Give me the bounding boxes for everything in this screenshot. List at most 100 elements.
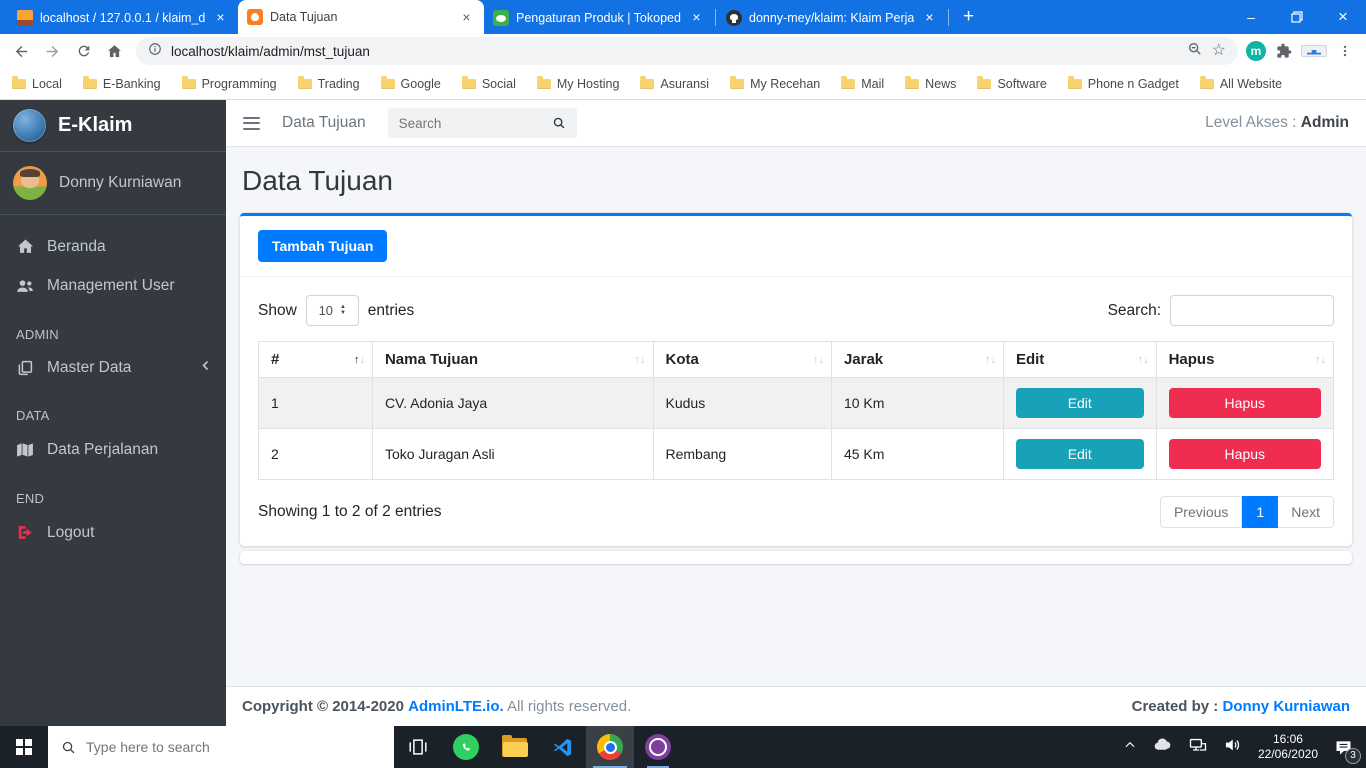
bookmark-item[interactable]: Software: [977, 77, 1046, 91]
created-by-link[interactable]: Donny Kurniawan: [1222, 698, 1350, 715]
table-info: Showing 1 to 2 of 2 entries: [258, 503, 442, 521]
datatable-search-input[interactable]: [1170, 295, 1334, 326]
hamburger-icon[interactable]: [243, 117, 260, 130]
bookmark-item[interactable]: Programming: [182, 77, 277, 91]
hapus-button[interactable]: Hapus: [1169, 388, 1321, 418]
tab-tokopedia[interactable]: Pengaturan Produk | Tokopedia ×: [484, 1, 714, 34]
url-bar[interactable]: localhost/klaim/admin/mst_tujuan ☆: [136, 37, 1238, 65]
pagination-next[interactable]: Next: [1278, 496, 1334, 528]
close-window-button[interactable]: ×: [1320, 0, 1366, 34]
extensions-puzzle-icon[interactable]: [1270, 38, 1297, 65]
bookmark-item[interactable]: Local: [12, 77, 62, 91]
col-header-kota[interactable]: Kota↑↓: [653, 342, 831, 378]
refresh-icon[interactable]: [70, 38, 97, 65]
datatable-search: Search:: [1108, 295, 1334, 326]
tambah-tujuan-button[interactable]: Tambah Tujuan: [258, 230, 387, 262]
bookmark-item[interactable]: Mail: [841, 77, 884, 91]
bookmark-item[interactable]: Asuransi: [640, 77, 709, 91]
bookmark-item[interactable]: News: [905, 77, 956, 91]
tab-close-icon[interactable]: ×: [458, 9, 475, 26]
level-akses-value: Admin: [1301, 114, 1349, 131]
forward-icon[interactable]: [39, 38, 66, 65]
extension-m-icon[interactable]: m: [1246, 41, 1266, 61]
volume-icon[interactable]: [1223, 735, 1243, 760]
site-info-icon[interactable]: [148, 42, 162, 61]
sidebar-item-management-user[interactable]: Management User: [0, 266, 226, 306]
zoom-out-icon[interactable]: [1187, 41, 1203, 62]
pagination: Previous 1 Next: [1160, 496, 1334, 528]
sidebar-item-logout[interactable]: Logout: [0, 513, 226, 552]
sidebar-item-beranda[interactable]: Beranda: [0, 227, 226, 266]
datatable-controls: Show 10 ▲▼ entries Search:: [258, 295, 1334, 326]
taskbar-search[interactable]: [48, 726, 394, 768]
network-icon[interactable]: [1188, 735, 1208, 760]
datatable-footer: Showing 1 to 2 of 2 entries Previous 1 N…: [258, 496, 1334, 528]
col-header-no[interactable]: #↑↓: [259, 342, 373, 378]
bookmark-item[interactable]: Phone n Gadget: [1068, 77, 1179, 91]
brand[interactable]: E-Klaim: [0, 100, 226, 152]
purple-app-button[interactable]: [634, 726, 682, 768]
file-explorer-button[interactable]: [490, 726, 538, 768]
tray-chevron-icon[interactable]: [1123, 738, 1137, 757]
bookmark-item[interactable]: Social: [462, 77, 516, 91]
tab-close-icon[interactable]: ×: [212, 9, 229, 26]
navbar-page-link[interactable]: Data Tujuan: [282, 114, 366, 132]
tab-data-tujuan[interactable]: Data Tujuan ×: [238, 0, 484, 34]
pagination-previous[interactable]: Previous: [1160, 496, 1242, 528]
sidebar-item-master-data[interactable]: Master Data: [0, 349, 226, 387]
navbar-search-input[interactable]: [388, 108, 542, 138]
table-row: 2 Toko Juragan Asli Rembang 45 Km Edit H…: [259, 429, 1334, 480]
new-tab-button[interactable]: +: [950, 6, 987, 28]
navbar-search-button[interactable]: [542, 108, 577, 138]
users-icon: [14, 276, 36, 296]
windows-logo-icon: [16, 739, 32, 755]
tab-phpmyadmin[interactable]: localhost / 127.0.0.1 / klaim_db | ×: [8, 1, 238, 34]
hapus-button[interactable]: Hapus: [1169, 439, 1321, 469]
edit-button[interactable]: Edit: [1016, 388, 1144, 418]
task-view-button[interactable]: [394, 726, 442, 768]
onedrive-icon[interactable]: [1152, 734, 1173, 760]
back-icon[interactable]: [8, 38, 35, 65]
chrome-button[interactable]: [586, 726, 634, 768]
col-header-nama-tujuan[interactable]: Nama Tujuan↑↓: [372, 342, 653, 378]
browser-menu-icon[interactable]: [1331, 38, 1358, 65]
bookmark-item[interactable]: All Website: [1200, 77, 1282, 91]
sidebar-item-data-perjalanan[interactable]: Data Perjalanan: [0, 430, 226, 470]
tab-title: localhost / 127.0.0.1 / klaim_db |: [40, 11, 205, 25]
tab-github[interactable]: donny-mey/klaim: Klaim Perjalan ×: [717, 1, 947, 34]
sidebar-nav: Beranda Management User ADMIN Master Dat…: [0, 215, 226, 552]
pagination-page-1[interactable]: 1: [1242, 496, 1278, 528]
adminlte-link[interactable]: AdminLTE.io.: [408, 698, 504, 715]
start-button[interactable]: [0, 726, 48, 768]
url-text[interactable]: localhost/klaim/admin/mst_tujuan: [171, 44, 1178, 59]
card-body: Show 10 ▲▼ entries Search:: [240, 277, 1352, 546]
bookmark-item[interactable]: My Recehan: [730, 77, 820, 91]
tab-title: Data Tujuan: [270, 10, 451, 24]
col-header-edit[interactable]: Edit↑↓: [1003, 342, 1156, 378]
bookmark-item[interactable]: E-Banking: [83, 77, 161, 91]
bookmark-item[interactable]: Google: [381, 77, 441, 91]
edit-button[interactable]: Edit: [1016, 439, 1144, 469]
folder-icon: [977, 79, 991, 89]
extension-small-icon[interactable]: ▂▅▂: [1301, 45, 1327, 57]
whatsapp-button[interactable]: [442, 726, 490, 768]
cell-no: 1: [259, 378, 373, 429]
col-header-hapus[interactable]: Hapus↑↓: [1156, 342, 1333, 378]
maximize-button[interactable]: [1274, 0, 1320, 34]
vscode-button[interactable]: [538, 726, 586, 768]
tab-close-icon[interactable]: ×: [921, 9, 938, 26]
bookmark-item[interactable]: My Hosting: [537, 77, 620, 91]
bookmark-star-icon[interactable]: ☆: [1212, 43, 1226, 59]
taskbar-search-input[interactable]: [86, 739, 381, 755]
col-header-jarak[interactable]: Jarak↑↓: [831, 342, 1003, 378]
minimize-button[interactable]: –: [1228, 0, 1274, 34]
notification-button[interactable]: 3: [1333, 737, 1354, 758]
level-akses: Level Akses : Admin: [1205, 114, 1349, 132]
home-icon[interactable]: [101, 38, 128, 65]
browser-addressbar: localhost/klaim/admin/mst_tujuan ☆ m ▂▅▂: [0, 34, 1366, 68]
page-length-select[interactable]: 10 ▲▼: [306, 295, 359, 326]
user-panel[interactable]: Donny Kurniawan: [0, 152, 226, 215]
tab-close-icon[interactable]: ×: [688, 9, 705, 26]
clock[interactable]: 16:06 22/06/2020: [1258, 732, 1318, 762]
bookmark-item[interactable]: Trading: [298, 77, 360, 91]
